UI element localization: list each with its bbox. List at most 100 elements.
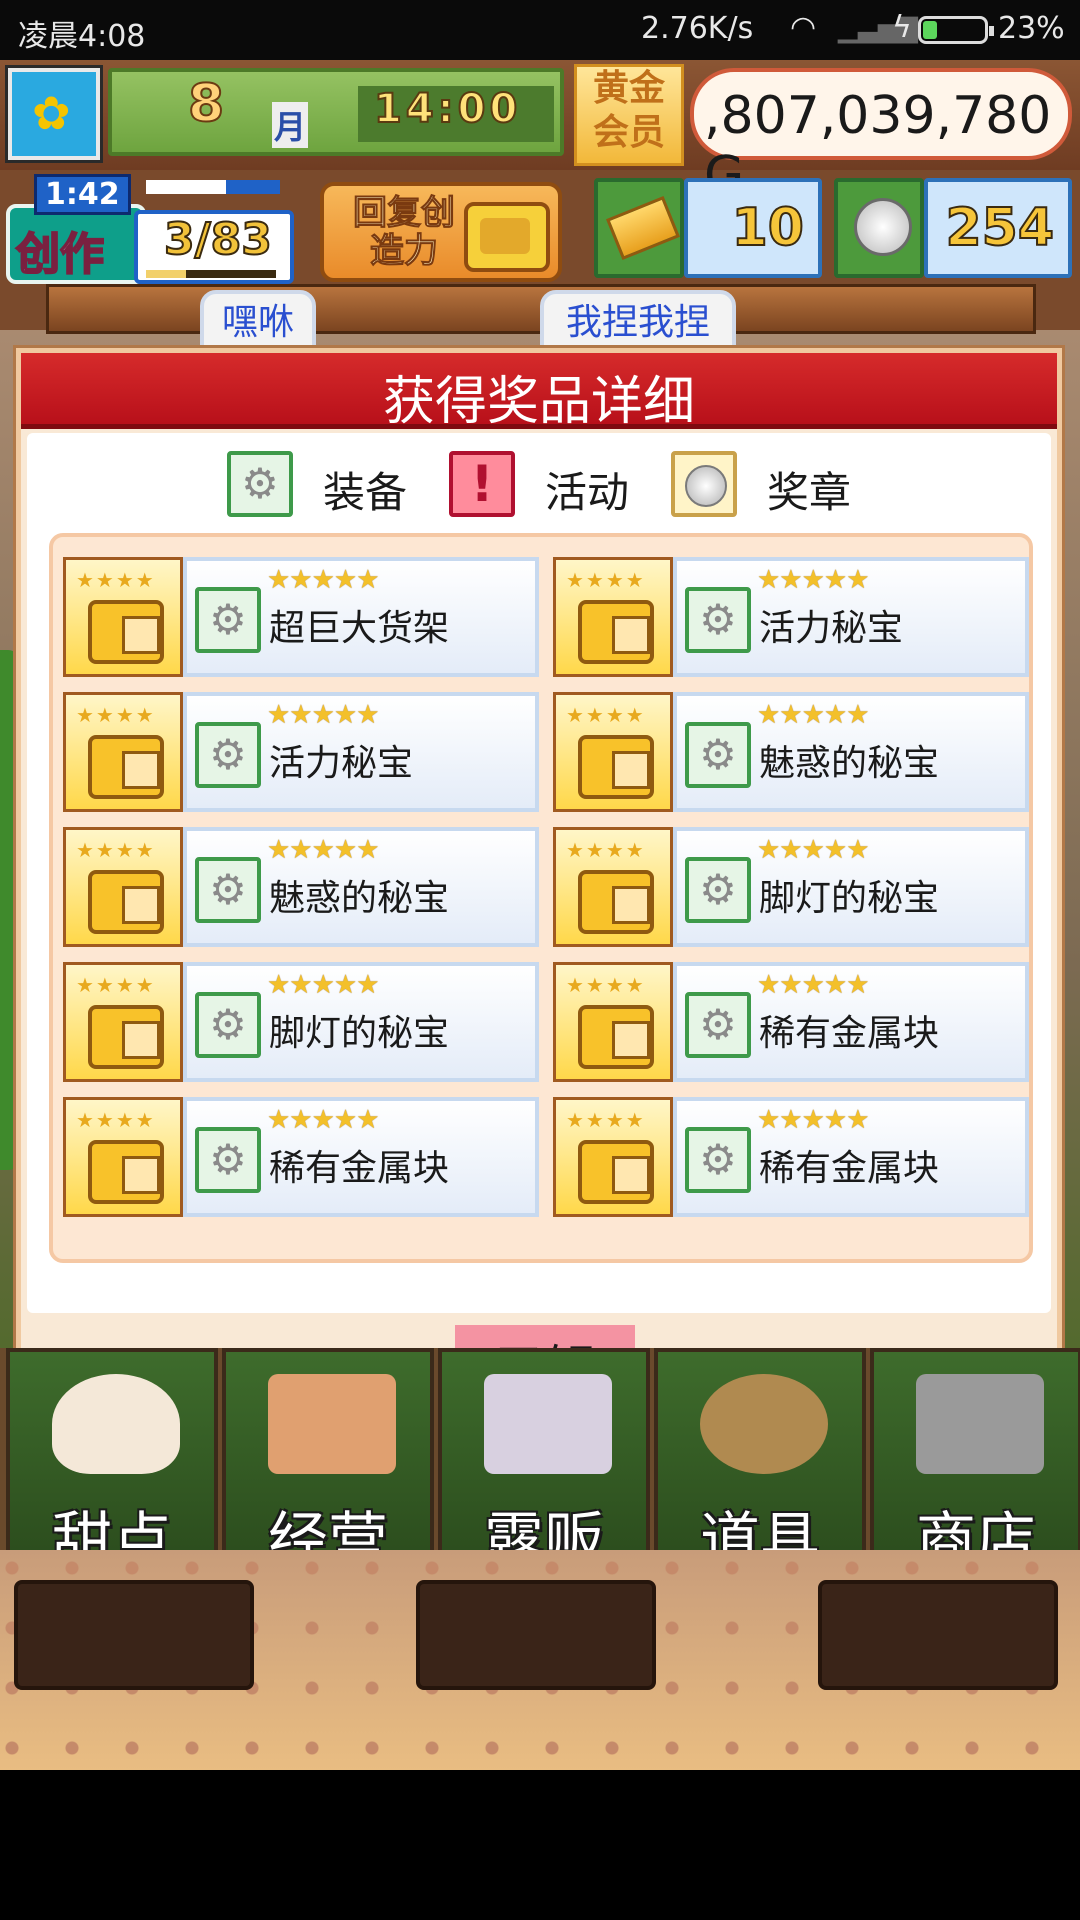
- store-icon: [268, 1374, 396, 1474]
- status-bar: 凌晨4:08 2.76K/s ◠ ▁▃▅▇ ϟ 23%: [0, 0, 1080, 60]
- status-time: 凌晨4:08: [18, 19, 146, 54]
- gear-icon: [685, 992, 751, 1058]
- star-rating: ★★★★★: [757, 565, 870, 595]
- treasure-chest-icon: ★★★★: [553, 557, 673, 677]
- game-clock: 14:00: [373, 85, 522, 133]
- gear-icon: [195, 722, 261, 788]
- restore-creativity-button[interactable]: 回复创造力: [320, 182, 562, 282]
- coin-icon-box: [834, 178, 924, 278]
- counter-slot[interactable]: [818, 1580, 1058, 1690]
- treasure-chest-icon: ★★★★: [553, 1097, 673, 1217]
- ticket-icon: [606, 195, 680, 261]
- ticket-count-box: 10: [684, 178, 822, 278]
- gold-member-badge: 黄金会员: [574, 64, 684, 166]
- prize-item[interactable]: ★★★★ ★★★★★ 脚灯的秘宝: [63, 962, 539, 1082]
- treasure-chest-icon: ★★★★: [63, 557, 183, 677]
- prize-name: 稀有金属块: [759, 1013, 940, 1054]
- dialog-title: 获得奖品详细: [382, 372, 695, 432]
- legend-medal-label: 奖章: [767, 468, 852, 517]
- star-rating: ★★★★★: [267, 565, 380, 595]
- wifi-icon: ◠: [790, 10, 817, 45]
- month-unit: 月: [272, 102, 309, 148]
- prize-name: 魅惑的秘宝: [759, 743, 940, 784]
- coin-icon: [854, 198, 912, 256]
- gear-icon: [195, 857, 261, 923]
- menu-items[interactable]: 道具: [654, 1348, 866, 1580]
- star-rating: ★★★★★: [267, 835, 380, 865]
- prize-name: 脚灯的秘宝: [759, 878, 940, 919]
- gear-icon: [685, 722, 751, 788]
- gear-icon: [685, 587, 751, 653]
- coin-count: 254: [944, 197, 1055, 259]
- prize-name: 稀有金属块: [269, 1148, 450, 1189]
- money-display: ,807,039,780 G: [690, 68, 1072, 206]
- gear-icon: [685, 1127, 751, 1193]
- menu-stall[interactable]: 露贩: [438, 1348, 650, 1580]
- date-panel: 8 月 14:00: [108, 68, 564, 156]
- legend: 装备 活动 奖章: [27, 443, 1051, 523]
- legend-event-label: 活动: [545, 468, 630, 517]
- battery-icon: [918, 16, 994, 44]
- legend-equip-label: 装备: [323, 468, 408, 517]
- ticket-count: 10: [731, 197, 805, 259]
- gear-bag-icon: [700, 1374, 828, 1474]
- prize-item[interactable]: ★★★★ ★★★★★ 脚灯的秘宝: [553, 827, 1029, 947]
- tab-wonie[interactable]: 我捏我捏: [540, 290, 736, 354]
- star-rating: ★★★★★: [267, 700, 380, 730]
- restore-label: 回复创造力: [353, 193, 456, 271]
- prize-item[interactable]: ★★★★ ★★★★★ 稀有金属块: [63, 1097, 539, 1217]
- month-value: 8: [187, 73, 225, 135]
- prize-item[interactable]: ★★★★ ★★★★★ 活力秘宝: [63, 692, 539, 812]
- menu-dessert[interactable]: 甜点: [6, 1348, 218, 1580]
- star-rating: ★★★★★: [757, 700, 870, 730]
- prize-name: 超巨大货架: [269, 608, 450, 649]
- gear-icon: [195, 992, 261, 1058]
- network-speed: 2.76K/s: [641, 11, 754, 46]
- create-count: 3/83: [163, 213, 273, 266]
- prize-details-dialog: 获得奖品详细 装备 活动 奖章 ★★★★ ★★★★★ 超巨大货架 ★★★★ ★★★…: [16, 348, 1062, 1408]
- treasure-chest-icon: ★★★★: [63, 962, 183, 1082]
- dialog-header: 获得奖品详细: [21, 353, 1057, 432]
- medal-icon: [671, 451, 737, 517]
- create-timer: 1:42: [34, 174, 131, 215]
- prize-name: 脚灯的秘宝: [269, 1013, 450, 1054]
- prize-name: 活力秘宝: [759, 608, 904, 649]
- star-rating: ★★★★★: [267, 970, 380, 1000]
- exclamation-icon: [449, 451, 515, 517]
- prize-item[interactable]: ★★★★ ★★★★★ 魅惑的秘宝: [63, 827, 539, 947]
- gear-icon: [195, 1127, 261, 1193]
- cart-icon: [916, 1374, 1044, 1474]
- menu-management[interactable]: 经营: [222, 1348, 434, 1580]
- tab-heixiu[interactable]: 嘿咻: [200, 290, 316, 354]
- star-rating: ★★★★★: [757, 970, 870, 1000]
- treasure-chest-icon: ★★★★: [63, 692, 183, 812]
- prize-item[interactable]: ★★★★ ★★★★★ 魅惑的秘宝: [553, 692, 1029, 812]
- bottom-menu: 甜点 经营 露贩 道具 商店: [0, 1348, 1080, 1584]
- prize-name: 稀有金属块: [759, 1148, 940, 1189]
- player-avatar[interactable]: ✿: [8, 68, 100, 160]
- gear-icon: [227, 451, 293, 517]
- game-screen: ✿ 8 月 14:00 黄金会员 ,807,039,780 G 创作 1:42 …: [0, 60, 1080, 1770]
- tv-icon: [464, 202, 550, 272]
- star-rating: ★★★★★: [757, 1105, 870, 1135]
- menu-shop[interactable]: 商店: [870, 1348, 1080, 1580]
- treasure-chest-icon: ★★★★: [63, 1097, 183, 1217]
- treasure-chest-icon: ★★★★: [553, 827, 673, 947]
- prize-item[interactable]: ★★★★ ★★★★★ 稀有金属块: [553, 1097, 1029, 1217]
- star-rating: ★★★★★: [267, 1105, 380, 1135]
- coin-count-box: 254: [924, 178, 1072, 278]
- gear-icon: [195, 587, 261, 653]
- prize-name: 魅惑的秘宝: [269, 878, 450, 919]
- create-meter[interactable]: 创作 1:42 3/83: [6, 174, 296, 284]
- battery-percent: 23%: [998, 11, 1065, 46]
- charging-icon: ϟ: [892, 10, 912, 45]
- prize-item[interactable]: ★★★★ ★★★★★ 稀有金属块: [553, 962, 1029, 1082]
- prize-item[interactable]: ★★★★ ★★★★★ 超巨大货架: [63, 557, 539, 677]
- create-label: 创作: [15, 228, 105, 281]
- counter-slot[interactable]: [416, 1580, 656, 1690]
- treasure-chest-icon: ★★★★: [553, 962, 673, 1082]
- star-rating: ★★★★★: [757, 835, 870, 865]
- prize-item[interactable]: ★★★★ ★★★★★ 活力秘宝: [553, 557, 1029, 677]
- counter-slot[interactable]: [14, 1580, 254, 1690]
- prize-name: 活力秘宝: [269, 743, 414, 784]
